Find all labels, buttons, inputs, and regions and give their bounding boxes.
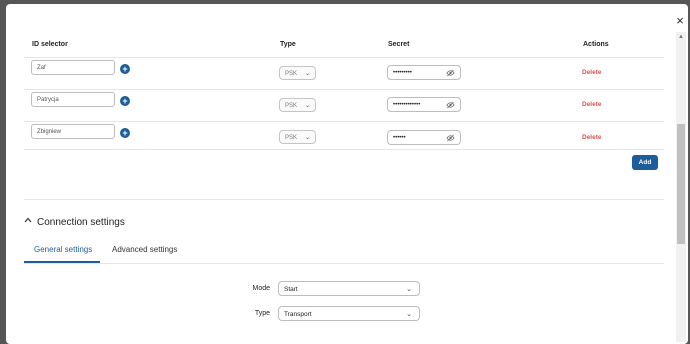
delete-button[interactable]: Delete <box>582 69 602 76</box>
column-header-id-selector: ID selector <box>32 41 68 48</box>
eye-slash-icon[interactable] <box>446 69 455 77</box>
type-select-value: PSK <box>285 103 298 109</box>
scroll-up-arrow-icon[interactable]: ▲ <box>676 32 686 42</box>
plus-circle-icon[interactable]: + <box>120 128 130 138</box>
column-header-actions: Actions <box>583 41 609 48</box>
id-selector-input[interactable]: Patrycja <box>31 92 115 107</box>
section-divider <box>24 199 664 200</box>
type-select-value: PSK <box>285 71 298 77</box>
id-selector-input[interactable]: Zaf <box>31 60 115 75</box>
tab-general-settings[interactable]: General settings <box>34 245 92 254</box>
chevron-down-icon: ⌄ <box>304 103 310 109</box>
type-select-connection-value: Transport <box>284 311 312 318</box>
eye-slash-icon[interactable] <box>446 134 455 142</box>
divider <box>24 89 664 90</box>
mode-label: Mode <box>252 285 270 292</box>
mode-select-value: Start <box>284 286 298 293</box>
secret-input[interactable]: ••••••••••••• <box>387 97 461 112</box>
divider <box>24 149 664 150</box>
secret-value: ••••••••••••• <box>393 102 421 108</box>
id-selector-input[interactable]: Zbigniew <box>31 124 115 139</box>
type-select[interactable]: PSK ⌄ <box>279 66 316 80</box>
column-header-type: Type <box>280 41 296 48</box>
divider <box>24 121 664 122</box>
chevron-up-icon[interactable] <box>23 215 33 225</box>
secret-input[interactable]: ••••••••• <box>387 65 461 80</box>
chevron-down-icon: ⌄ <box>406 311 412 318</box>
close-icon[interactable]: × <box>672 13 688 29</box>
type-select-value: PSK <box>285 135 298 141</box>
secret-value: ••••••••• <box>393 70 412 76</box>
delete-button[interactable]: Delete <box>582 101 602 108</box>
tab-divider <box>24 263 664 264</box>
plus-circle-icon[interactable]: + <box>120 96 130 106</box>
chevron-down-icon: ⌄ <box>304 135 310 141</box>
scrollbar[interactable]: ▲ <box>676 32 686 342</box>
tab-advanced-settings[interactable]: Advanced settings <box>112 245 177 254</box>
section-title[interactable]: Connection settings <box>37 217 125 228</box>
mode-select[interactable]: Start ⌄ <box>278 281 420 296</box>
secret-input[interactable]: •••••• <box>387 130 461 145</box>
scrollbar-thumb[interactable] <box>677 124 685 244</box>
add-button[interactable]: Add <box>632 155 658 170</box>
eye-slash-icon[interactable] <box>446 101 455 109</box>
column-header-secret: Secret <box>388 41 410 48</box>
settings-dialog: × ▲ ID selector Type Secret Actions Zaf … <box>6 4 688 344</box>
type-select[interactable]: PSK ⌄ <box>279 98 316 112</box>
divider <box>24 57 664 58</box>
chevron-down-icon: ⌄ <box>406 286 412 293</box>
type-label: Type <box>254 310 270 317</box>
chevron-down-icon: ⌄ <box>304 71 310 77</box>
secret-value: •••••• <box>393 135 406 141</box>
plus-circle-icon[interactable]: + <box>120 64 130 74</box>
delete-button[interactable]: Delete <box>582 134 602 141</box>
type-select-connection[interactable]: Transport ⌄ <box>278 306 420 321</box>
type-select[interactable]: PSK ⌄ <box>279 130 316 144</box>
